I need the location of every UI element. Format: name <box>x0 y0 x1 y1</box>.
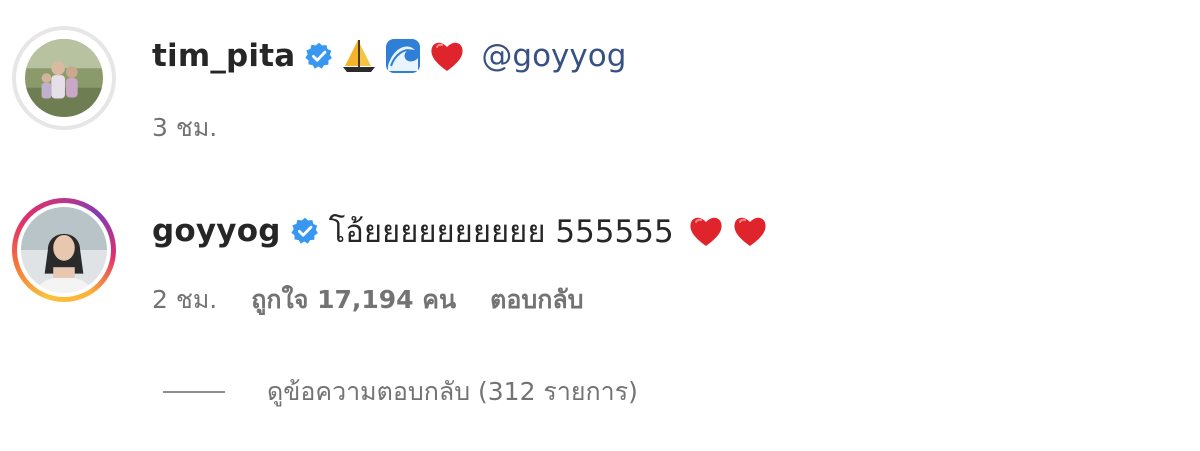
avatar[interactable] <box>12 198 116 302</box>
comment-time: 3 ชม. <box>152 113 218 142</box>
avatar[interactable] <box>12 26 116 130</box>
verified-badge-icon <box>305 42 333 70</box>
red-heart-emoji-icon <box>688 213 724 249</box>
replies-divider <box>163 391 225 393</box>
username[interactable]: tim_pita <box>152 38 295 74</box>
red-heart-emoji-icon <box>429 38 465 74</box>
wave-emoji-icon <box>385 38 421 74</box>
sailboat-emoji-icon <box>341 38 377 74</box>
avatar-photo-image <box>21 207 107 293</box>
avatar-photo <box>25 39 103 117</box>
red-heart-emoji-icon <box>732 213 768 249</box>
avatar-photo-image <box>25 39 103 117</box>
comment-header: goyyog โอ้ยยยยยยยยยย 555555 <box>152 206 768 256</box>
comment-time: 2 ชม. <box>152 285 218 314</box>
username[interactable]: goyyog <box>152 213 281 249</box>
view-replies-label: ดูข้อความตอบกลับ (312 รายการ) <box>267 377 638 406</box>
mention-link[interactable]: @goyyog <box>481 38 626 74</box>
comment-meta: 3 ชม. <box>152 108 251 148</box>
comment-header: tim_pita @goyyog <box>152 38 626 74</box>
avatar-photo <box>21 207 107 293</box>
likes-count-button[interactable]: ถูกใจ 17,194 คน <box>251 280 456 320</box>
comment-meta: 2 ชม. ถูกใจ 17,194 คน ตอบกลับ <box>152 280 618 320</box>
comment-text: โอ้ยยยยยยยยยย 555555 <box>328 214 674 250</box>
view-replies-button[interactable]: ดูข้อความตอบกลับ (312 รายการ) <box>163 372 638 412</box>
verified-badge-icon <box>290 217 319 245</box>
reply-button[interactable]: ตอบกลับ <box>490 280 583 320</box>
